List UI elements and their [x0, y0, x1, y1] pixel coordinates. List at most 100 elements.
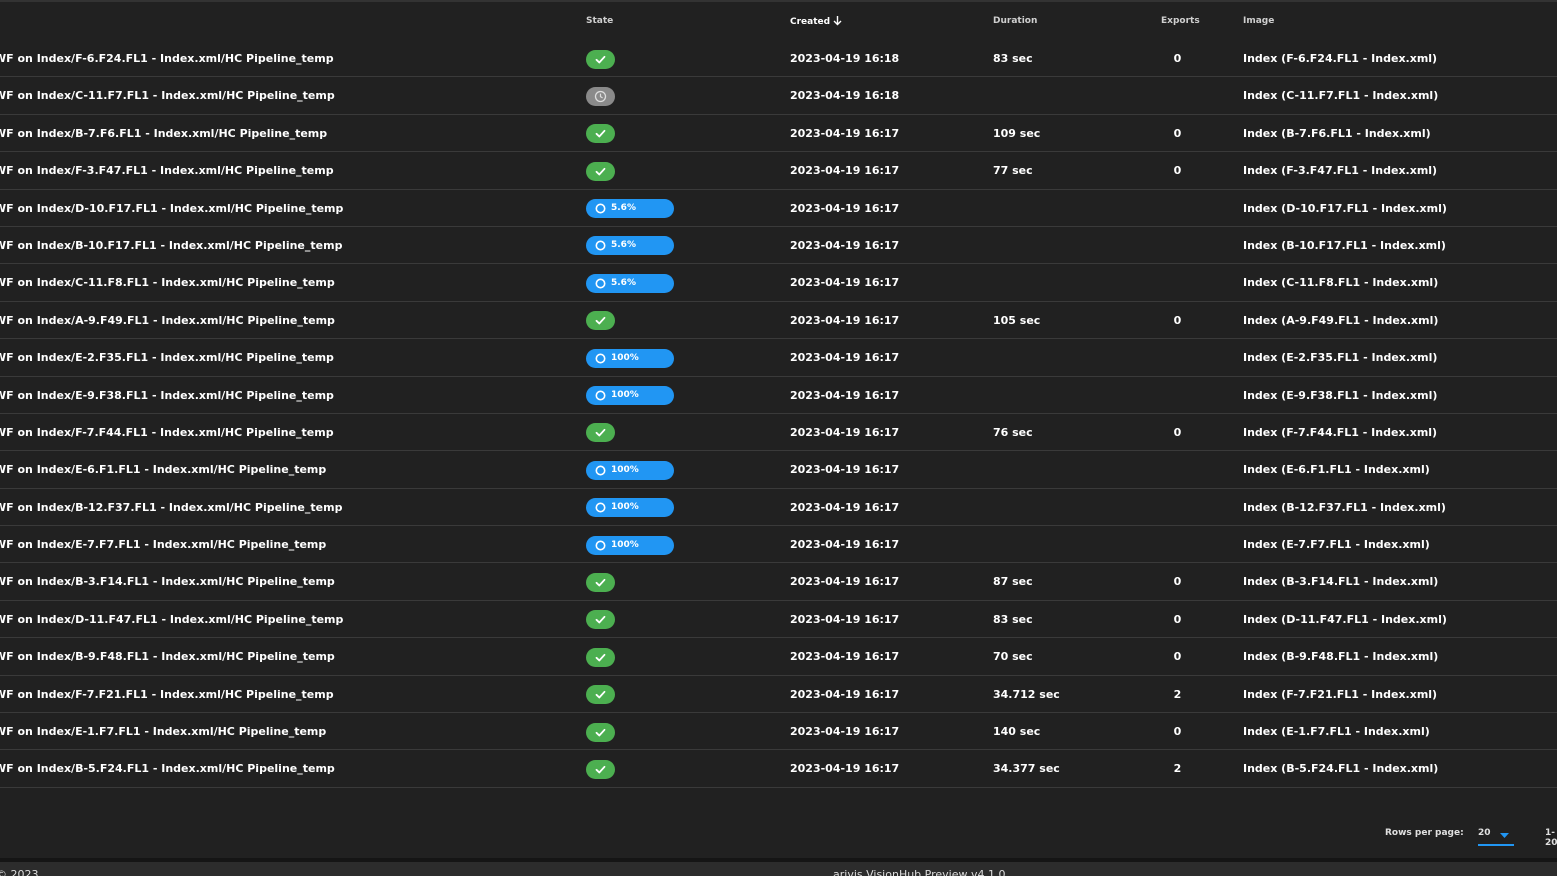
job-name[interactable]: WF on Index/E-2.F35.FL1 - Index.xml/HC P… [0, 351, 334, 364]
image-cell[interactable]: Index (B-12.F37.FL1 - Index.xml) [1243, 489, 1446, 526]
exports-cell: 0 [1173, 164, 1182, 178]
duration-cell: 140 sec [993, 725, 1041, 739]
table-row[interactable]: WF on Index/B-5.F24.FL1 - Index.xml/HC P… [0, 750, 1557, 788]
table-row[interactable]: WF on Index/E-1.F7.FL1 - Index.xml/HC Pi… [0, 713, 1557, 751]
check-icon [586, 423, 615, 443]
image-cell[interactable]: Index (D-11.F47.FL1 - Index.xml) [1243, 601, 1447, 638]
progress-badge: 100% [586, 386, 674, 406]
job-name[interactable]: WF on Index/F-7.F21.FL1 - Index.xml/HC P… [0, 688, 334, 701]
state-cell [586, 40, 615, 77]
state-cell: 100% [586, 451, 674, 488]
table-row[interactable]: WF on Index/C-11.F8.FL1 - Index.xml/HC P… [0, 264, 1557, 302]
job-name[interactable]: WF on Index/F-6.F24.FL1 - Index.xml/HC P… [0, 52, 334, 65]
table-row[interactable]: WF on Index/B-9.F48.FL1 - Index.xml/HC P… [0, 638, 1557, 676]
job-name[interactable]: WF on Index/E-6.F1.FL1 - Index.xml/HC Pi… [0, 463, 326, 476]
image-cell[interactable]: Index (C-11.F7.FL1 - Index.xml) [1243, 77, 1438, 114]
table-row[interactable]: WF on Index/F-7.F21.FL1 - Index.xml/HC P… [0, 676, 1557, 714]
job-name[interactable]: WF on Index/A-9.F49.FL1 - Index.xml/HC P… [0, 314, 335, 327]
exports-cell: 0 [1173, 612, 1182, 626]
created-cell: 2023-04-19 16:17 [790, 575, 900, 589]
state-cell: 100% [586, 339, 674, 376]
progress-badge: 5.6% [586, 236, 674, 256]
duration-cell: 83 sec [993, 612, 1033, 626]
table-row[interactable]: WF on Index/D-11.F47.FL1 - Index.xml/HC … [0, 601, 1557, 639]
image-cell[interactable]: Index (E-1.F7.FL1 - Index.xml) [1243, 713, 1430, 750]
job-name[interactable]: WF on Index/D-11.F47.FL1 - Index.xml/HC … [0, 613, 343, 626]
duration-cell: 83 sec [993, 52, 1033, 65]
check-icon [586, 311, 615, 331]
copyright-text: © 2023 [0, 868, 39, 876]
table-row[interactable]: WF on Index/B-10.F17.FL1 - Index.xml/HC … [0, 227, 1557, 265]
image-cell[interactable]: Index (F-3.F47.FL1 - Index.xml) [1243, 152, 1437, 189]
table-row[interactable]: WF on Index/D-10.F17.FL1 - Index.xml/HC … [0, 190, 1557, 227]
job-name[interactable]: WF on Index/B-10.F17.FL1 - Index.xml/HC … [0, 239, 342, 252]
image-cell[interactable]: Index (E-2.F35.FL1 - Index.xml) [1243, 339, 1437, 376]
column-header-image[interactable]: Image [1243, 16, 1274, 26]
table-row[interactable]: WF on Index/E-2.F35.FL1 - Index.xml/HC P… [0, 339, 1557, 377]
image-cell[interactable]: Index (D-10.F17.FL1 - Index.xml) [1243, 190, 1447, 227]
state-cell: 5.6% [586, 264, 674, 301]
duration-cell: 34.377 sec [993, 762, 1060, 776]
image-cell[interactable]: Index (B-3.F14.FL1 - Index.xml) [1243, 563, 1438, 600]
created-cell: 2023-04-19 16:17 [790, 351, 900, 365]
image-cell[interactable]: Index (F-7.F21.FL1 - Index.xml) [1243, 676, 1437, 713]
column-header-duration[interactable]: Duration [993, 16, 1037, 26]
clock-icon [586, 86, 615, 106]
rows-per-page-select[interactable]: 20 [1478, 822, 1514, 846]
table-row[interactable]: WF on Index/F-3.F47.FL1 - Index.xml/HC P… [0, 152, 1557, 190]
state-cell [586, 77, 615, 114]
job-name[interactable]: WF on Index/E-1.F7.FL1 - Index.xml/HC Pi… [0, 725, 326, 738]
job-name[interactable]: WF on Index/E-9.F38.FL1 - Index.xml/HC P… [0, 389, 334, 402]
progress-value: 5.6% [611, 203, 636, 214]
image-cell[interactable]: Index (F-6.F24.FL1 - Index.xml) [1243, 40, 1437, 77]
job-name[interactable]: WF on Index/D-10.F17.FL1 - Index.xml/HC … [0, 202, 343, 215]
image-cell[interactable]: Index (F-7.F44.FL1 - Index.xml) [1243, 414, 1437, 451]
job-name[interactable]: WF on Index/B-12.F37.FL1 - Index.xml/HC … [0, 501, 342, 514]
table-row[interactable]: WF on Index/B-12.F37.FL1 - Index.xml/HC … [0, 489, 1557, 527]
job-name[interactable]: WF on Index/F-3.F47.FL1 - Index.xml/HC P… [0, 164, 334, 177]
image-cell[interactable]: Index (E-6.F1.FL1 - Index.xml) [1243, 451, 1430, 488]
jobs-page: State Created Duration Exports Image WF … [0, 0, 1557, 876]
arrow-down-icon[interactable] [833, 16, 842, 29]
table-row[interactable]: WF on Index/B-7.F6.FL1 - Index.xml/HC Pi… [0, 115, 1557, 153]
exports-cell [1150, 339, 1205, 376]
job-name[interactable]: WF on Index/B-3.F14.FL1 - Index.xml/HC P… [0, 575, 335, 588]
progress-value: 100% [611, 539, 639, 550]
version-text: arivis VisionHub Preview v4.1.0 [833, 868, 1006, 876]
image-cell[interactable]: Index (B-7.F6.FL1 - Index.xml) [1243, 115, 1431, 152]
image-cell[interactable]: Index (E-9.F38.FL1 - Index.xml) [1243, 377, 1437, 414]
created-cell: 2023-04-19 16:17 [790, 463, 900, 477]
table-row[interactable]: WF on Index/E-7.F7.FL1 - Index.xml/HC Pi… [0, 526, 1557, 564]
job-name[interactable]: WF on Index/C-11.F7.FL1 - Index.xml/HC P… [0, 89, 335, 102]
image-cell[interactable]: Index (A-9.F49.FL1 - Index.xml) [1243, 302, 1438, 339]
job-name[interactable]: WF on Index/B-9.F48.FL1 - Index.xml/HC P… [0, 650, 335, 663]
table-row[interactable]: WF on Index/E-9.F38.FL1 - Index.xml/HC P… [0, 377, 1557, 414]
image-cell[interactable]: Index (B-10.F17.FL1 - Index.xml) [1243, 227, 1446, 264]
job-name[interactable]: WF on Index/B-5.F24.FL1 - Index.xml/HC P… [0, 762, 335, 775]
table-row[interactable]: WF on Index/A-9.F49.FL1 - Index.xml/HC P… [0, 302, 1557, 340]
table-row[interactable]: WF on Index/E-6.F1.FL1 - Index.xml/HC Pi… [0, 451, 1557, 489]
image-cell[interactable]: Index (B-5.F24.FL1 - Index.xml) [1243, 750, 1438, 787]
progress-badge: 100% [586, 498, 674, 518]
job-name[interactable]: WF on Index/B-7.F6.FL1 - Index.xml/HC Pi… [0, 127, 327, 140]
column-header-state[interactable]: State [586, 16, 613, 26]
job-name[interactable]: WF on Index/C-11.F8.FL1 - Index.xml/HC P… [0, 276, 335, 289]
job-name[interactable]: WF on Index/F-7.F44.FL1 - Index.xml/HC P… [0, 426, 334, 439]
job-name[interactable]: WF on Index/E-7.F7.FL1 - Index.xml/HC Pi… [0, 538, 326, 551]
table-row[interactable]: WF on Index/B-3.F14.FL1 - Index.xml/HC P… [0, 563, 1557, 601]
column-header-created[interactable]: Created [790, 16, 842, 29]
image-cell[interactable]: Index (C-11.F8.FL1 - Index.xml) [1243, 264, 1438, 301]
job-name-cell: WF on Index/B-3.F14.FL1 - Index.xml/HC P… [0, 563, 560, 600]
created-cell: 2023-04-19 16:18 [790, 89, 900, 103]
table-row[interactable]: WF on Index/F-7.F44.FL1 - Index.xml/HC P… [0, 414, 1557, 452]
table-row[interactable]: WF on Index/C-11.F7.FL1 - Index.xml/HC P… [0, 77, 1557, 115]
table-row[interactable]: WF on Index/F-6.F24.FL1 - Index.xml/HC P… [0, 40, 1557, 78]
job-name-cell: WF on Index/A-9.F49.FL1 - Index.xml/HC P… [0, 302, 560, 339]
state-cell [586, 676, 615, 713]
created-cell: 2023-04-19 16:17 [790, 313, 900, 327]
app-footer: © 2023 arivis VisionHub Preview v4.1.0 [0, 858, 1557, 876]
image-cell[interactable]: Index (E-7.F7.FL1 - Index.xml) [1243, 526, 1430, 563]
image-cell[interactable]: Index (B-9.F48.FL1 - Index.xml) [1243, 638, 1438, 675]
duration-cell: 109 sec [993, 126, 1041, 140]
column-header-exports[interactable]: Exports [1161, 16, 1200, 26]
